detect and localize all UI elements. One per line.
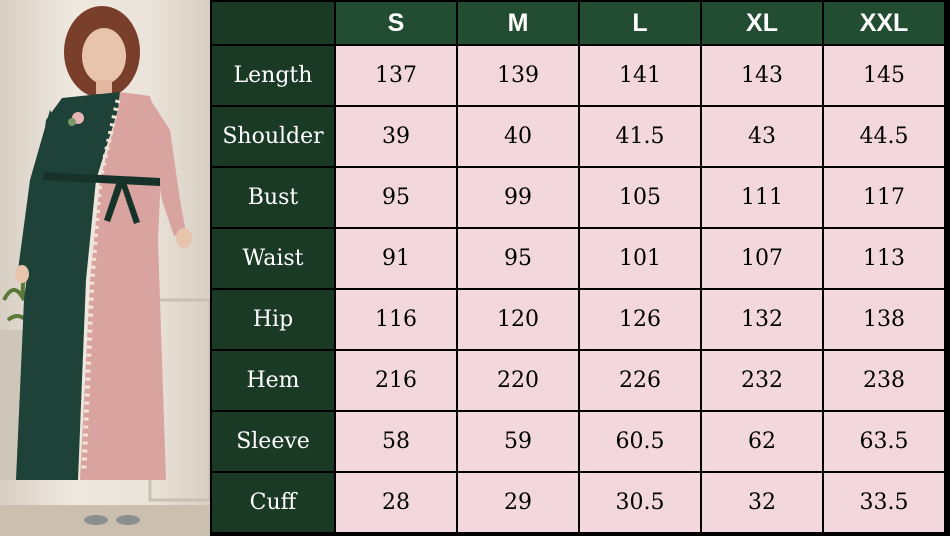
size-header-m: M xyxy=(458,2,578,44)
table-cell: 32 xyxy=(702,473,822,532)
corner-cell xyxy=(212,2,334,44)
table-row: Bust 95 99 105 111 117 xyxy=(212,168,944,227)
row-label: Hip xyxy=(212,290,334,349)
table-cell: 111 xyxy=(702,168,822,227)
table-row: Hip 116 120 126 132 138 xyxy=(212,290,944,349)
row-label: Hem xyxy=(212,351,334,410)
table-cell: 120 xyxy=(458,290,578,349)
table-cell: 44.5 xyxy=(824,107,944,166)
dress-illustration xyxy=(0,6,210,536)
table-cell: 58 xyxy=(336,412,456,471)
dress-model-photo xyxy=(0,0,210,536)
table-cell: 43 xyxy=(702,107,822,166)
size-chart: S M L XL XXL Length 137 139 141 143 145 … xyxy=(210,0,950,536)
table-row: Hem 216 220 226 232 238 xyxy=(212,351,944,410)
size-header-xxl: XXL xyxy=(824,2,944,44)
size-header-xl: XL xyxy=(702,2,822,44)
table-cell: 117 xyxy=(824,168,944,227)
table-cell: 137 xyxy=(336,46,456,105)
size-table: S M L XL XXL Length 137 139 141 143 145 … xyxy=(210,0,946,534)
table-cell: 126 xyxy=(580,290,700,349)
table-cell: 59 xyxy=(458,412,578,471)
table-row: Cuff 28 29 30.5 32 33.5 xyxy=(212,473,944,532)
table-cell: 62 xyxy=(702,412,822,471)
header-row: S M L XL XXL xyxy=(212,2,944,44)
table-cell: 238 xyxy=(824,351,944,410)
table-cell: 138 xyxy=(824,290,944,349)
table-cell: 41.5 xyxy=(580,107,700,166)
table-cell: 113 xyxy=(824,229,944,288)
row-label: Sleeve xyxy=(212,412,334,471)
table-cell: 91 xyxy=(336,229,456,288)
table-cell: 39 xyxy=(336,107,456,166)
table-row: Shoulder 39 40 41.5 43 44.5 xyxy=(212,107,944,166)
table-cell: 28 xyxy=(336,473,456,532)
table-cell: 105 xyxy=(580,168,700,227)
size-header-l: L xyxy=(580,2,700,44)
table-row: Length 137 139 141 143 145 xyxy=(212,46,944,105)
table-cell: 63.5 xyxy=(824,412,944,471)
table-row: Sleeve 58 59 60.5 62 63.5 xyxy=(212,412,944,471)
table-cell: 101 xyxy=(580,229,700,288)
table-cell: 226 xyxy=(580,351,700,410)
table-row: Waist 91 95 101 107 113 xyxy=(212,229,944,288)
table-cell: 132 xyxy=(702,290,822,349)
table-cell: 107 xyxy=(702,229,822,288)
row-label: Cuff xyxy=(212,473,334,532)
row-label: Length xyxy=(212,46,334,105)
table-cell: 139 xyxy=(458,46,578,105)
table-cell: 33.5 xyxy=(824,473,944,532)
table-cell: 143 xyxy=(702,46,822,105)
table-cell: 60.5 xyxy=(580,412,700,471)
row-label: Waist xyxy=(212,229,334,288)
table-cell: 220 xyxy=(458,351,578,410)
table-cell: 95 xyxy=(458,229,578,288)
table-cell: 116 xyxy=(336,290,456,349)
table-cell: 141 xyxy=(580,46,700,105)
table-cell: 40 xyxy=(458,107,578,166)
table-cell: 216 xyxy=(336,351,456,410)
table-cell: 29 xyxy=(458,473,578,532)
table-cell: 99 xyxy=(458,168,578,227)
table-cell: 30.5 xyxy=(580,473,700,532)
table-cell: 145 xyxy=(824,46,944,105)
table-cell: 232 xyxy=(702,351,822,410)
table-cell: 95 xyxy=(336,168,456,227)
row-label: Bust xyxy=(212,168,334,227)
row-label: Shoulder xyxy=(212,107,334,166)
size-header-s: S xyxy=(336,2,456,44)
